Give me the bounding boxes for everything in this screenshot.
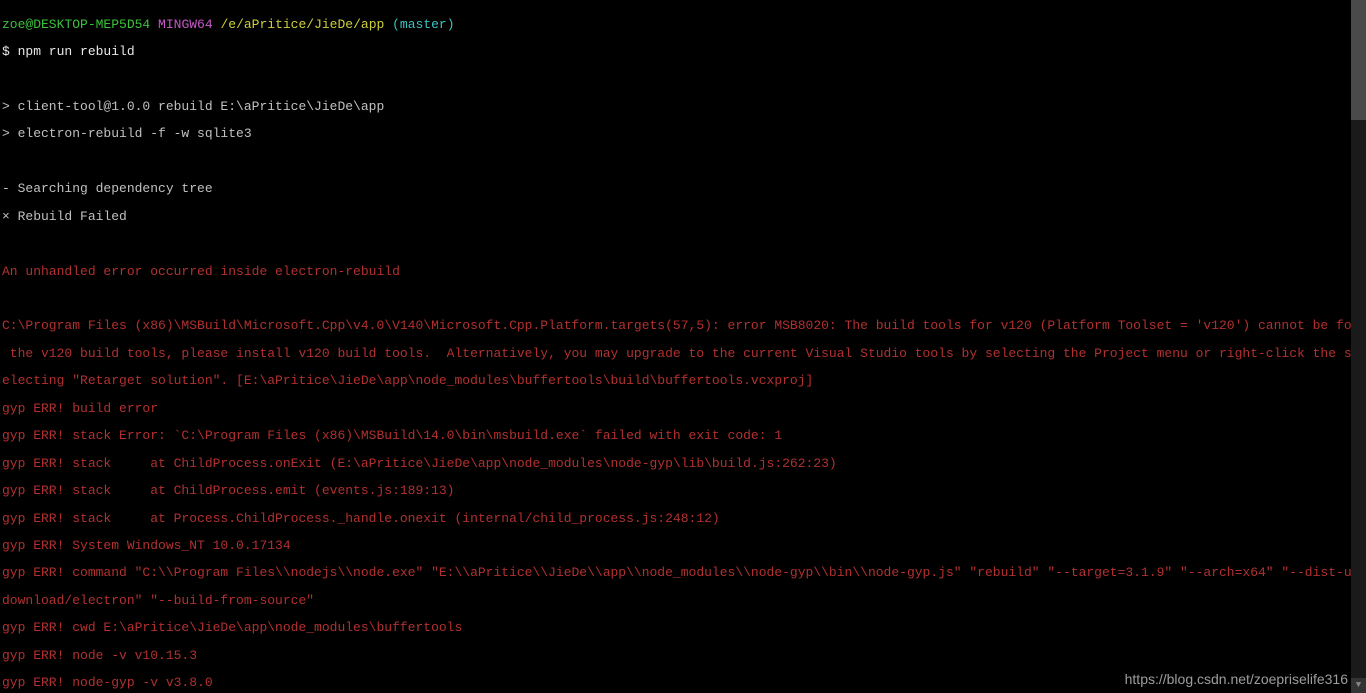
output-line: > client-tool@1.0.0 rebuild E:\aPritice\… <box>2 100 1364 114</box>
blank-line <box>2 155 1364 169</box>
scroll-down-icon[interactable]: ▼ <box>1351 678 1366 693</box>
prompt-user: zoe@DESKTOP-MEP5D54 <box>2 17 150 32</box>
error-line: gyp ERR! System Windows_NT 10.0.17134 <box>2 539 1364 553</box>
error-line: the v120 build tools, please install v12… <box>2 347 1364 361</box>
prompt-shell: MINGW64 <box>158 17 213 32</box>
error-line: gyp ERR! build error <box>2 402 1364 416</box>
terminal-output[interactable]: zoe@DESKTOP-MEP5D54 MINGW64 /e/aPritice/… <box>0 0 1366 693</box>
prompt-branch: (master) <box>392 17 454 32</box>
output-line: - Searching dependency tree <box>2 182 1364 196</box>
error-line: gyp ERR! stack at Process.ChildProcess._… <box>2 512 1364 526</box>
error-line: gyp ERR! stack at ChildProcess.emit (eve… <box>2 484 1364 498</box>
error-line: Ḷ ò /m <box>2 292 1364 306</box>
vertical-scrollbar[interactable]: ▲ ▼ <box>1351 0 1366 693</box>
blank-line <box>2 237 1364 251</box>
output-line: > electron-rebuild -f -w sqlite3 <box>2 127 1364 141</box>
command-line: $ npm run rebuild <box>2 45 1364 59</box>
error-line: C:\Program Files (x86)\MSBuild\Microsoft… <box>2 319 1364 333</box>
prompt-path: /e/aPritice/JieDe/app <box>220 17 384 32</box>
error-line: An unhandled error occurred inside elect… <box>2 265 1364 279</box>
error-line: gyp ERR! command "C:\\Program Files\\nod… <box>2 566 1364 580</box>
watermark-text: https://blog.csdn.net/zoepriselife316 <box>1125 672 1348 687</box>
error-line: gyp ERR! cwd E:\aPritice\JieDe\app\node_… <box>2 621 1364 635</box>
error-line: gyp ERR! node -v v10.15.3 <box>2 649 1364 663</box>
prompt-line: zoe@DESKTOP-MEP5D54 MINGW64 /e/aPritice/… <box>2 18 1364 32</box>
output-line: × Rebuild Failed <box>2 210 1364 224</box>
blank-line <box>2 73 1364 87</box>
error-line: download/electron" "--build-from-source" <box>2 594 1364 608</box>
error-line: gyp ERR! stack at ChildProcess.onExit (E… <box>2 457 1364 471</box>
error-line: gyp ERR! stack Error: `C:\Program Files … <box>2 429 1364 443</box>
error-line: electing "Retarget solution". [E:\aPriti… <box>2 374 1364 388</box>
scroll-thumb[interactable] <box>1351 0 1366 120</box>
